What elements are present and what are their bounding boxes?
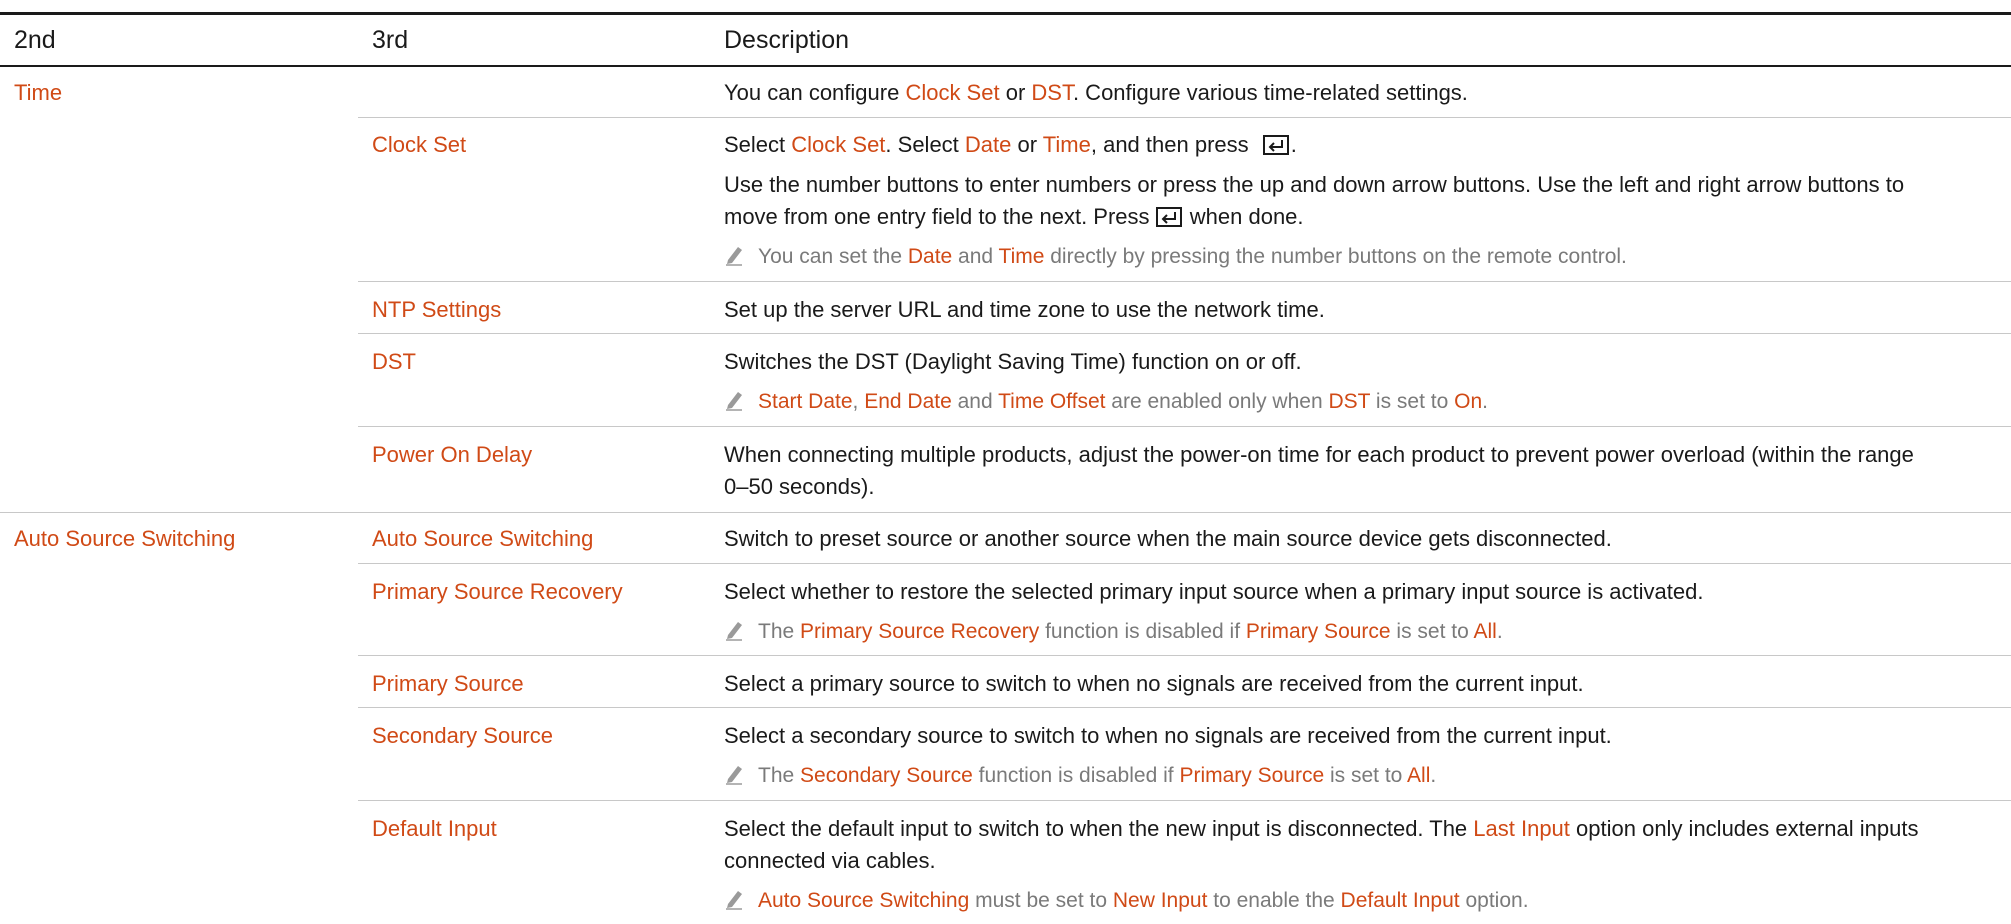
row-label-dst[interactable]: DST	[372, 349, 416, 375]
primary-source-desc: Select a primary source to switch to whe…	[724, 671, 1584, 696]
header-description: Description	[724, 26, 850, 54]
pencil-note-icon	[726, 247, 742, 266]
primary-source-recovery-desc: Select whether to restore the selected p…	[724, 579, 1704, 604]
dst-note: Start Date, End Date and Time Offset are…	[724, 387, 1984, 417]
row-label-default-input[interactable]: Default Input	[372, 816, 497, 842]
row-divider	[358, 426, 2011, 427]
dst-desc: Switches the DST (Daylight Saving Time) …	[724, 349, 1302, 374]
group-label-time[interactable]: Time	[14, 80, 62, 106]
row-divider	[358, 281, 2011, 282]
auto-source-switching-desc: Switch to preset source or another sourc…	[724, 526, 1612, 551]
enter-key-icon	[1262, 135, 1289, 155]
row-label-primary-source[interactable]: Primary Source	[372, 671, 524, 697]
header-2nd: 2nd	[14, 26, 56, 54]
row-divider	[358, 707, 2011, 708]
row-divider	[358, 333, 2011, 334]
header-bottom-rule	[0, 65, 2011, 67]
pencil-note-icon	[726, 766, 742, 785]
settings-table: 2nd 3rd Description Time You can configu…	[0, 0, 2011, 924]
primary-source-recovery-note: The Primary Source Recovery function is …	[724, 617, 1984, 647]
default-input-desc: Select the default input to switch to wh…	[724, 816, 1919, 873]
row-divider	[358, 800, 2011, 801]
pencil-note-icon	[726, 891, 742, 910]
group-label-auto-source-switching[interactable]: Auto Source Switching	[14, 526, 235, 552]
row-label-secondary-source[interactable]: Secondary Source	[372, 723, 553, 749]
time-intro-text: You can configure Clock Set or DST. Conf…	[724, 80, 1468, 105]
row-label-auto-source-switching[interactable]: Auto Source Switching	[372, 526, 593, 552]
row-divider	[358, 563, 2011, 564]
row-label-primary-source-recovery[interactable]: Primary Source Recovery	[372, 579, 623, 605]
secondary-source-note: The Secondary Source function is disable…	[724, 761, 1984, 791]
row-label-power-on-delay[interactable]: Power On Delay	[372, 442, 532, 468]
default-input-note: Auto Source Switching must be set to New…	[724, 886, 1984, 916]
header-top-rule	[0, 12, 2011, 15]
clock-set-desc-2: Use the number buttons to enter numbers …	[724, 172, 1905, 229]
clock-set-note: You can set the Date and Time directly b…	[724, 242, 1984, 272]
header-3rd: 3rd	[372, 26, 409, 54]
row-divider	[358, 655, 2011, 656]
group-divider	[0, 512, 2011, 513]
row-label-ntp-settings[interactable]: NTP Settings	[372, 297, 501, 323]
power-on-delay-desc: When connecting multiple products, adjus…	[724, 442, 1914, 499]
enter-key-icon	[1155, 207, 1182, 227]
ntp-settings-desc: Set up the server URL and time zone to u…	[724, 297, 1325, 322]
clock-set-desc: Select Clock Set. Select Date or Time, a…	[724, 132, 1297, 157]
pencil-note-icon	[726, 622, 742, 641]
row-label-clock-set[interactable]: Clock Set	[372, 132, 466, 158]
pencil-note-icon	[726, 392, 742, 411]
row-divider	[358, 117, 2011, 118]
secondary-source-desc: Select a secondary source to switch to w…	[724, 723, 1612, 748]
